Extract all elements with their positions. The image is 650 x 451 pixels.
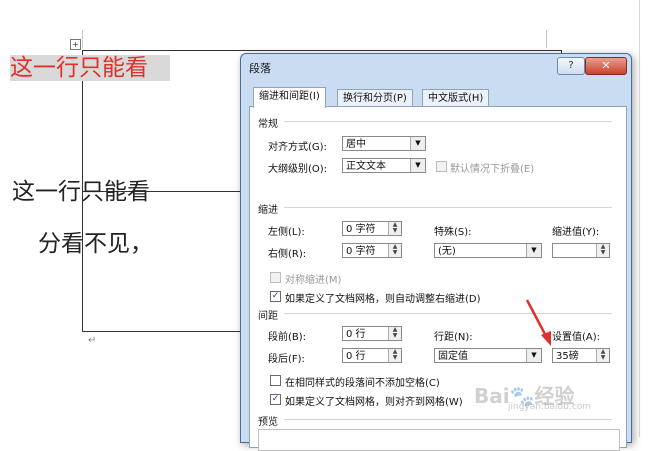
line-spacing-select[interactable]: 固定值 ▼ bbox=[434, 348, 542, 363]
no-space-same-style-checkbox[interactable] bbox=[270, 375, 281, 386]
indent-value-stepper[interactable]: ▲ ▼ bbox=[552, 243, 610, 258]
line-spacing-value: 固定值 bbox=[438, 351, 468, 362]
help-button[interactable]: ? bbox=[557, 57, 585, 75]
group-general-label: 常规 bbox=[258, 119, 278, 130]
indent-right-label: 右侧(R): bbox=[268, 249, 307, 260]
stepper-arrows-icon[interactable]: ▲ ▼ bbox=[388, 222, 401, 235]
table-cell-row2-line1[interactable]: 这一行只能看 bbox=[12, 172, 150, 206]
space-after-label: 段后(F): bbox=[268, 354, 305, 365]
tab-line-page-breaks[interactable]: 换行和分页(P) bbox=[337, 89, 413, 107]
group-indent-label: 缩进 bbox=[258, 205, 278, 216]
table-cell-row1-text[interactable]: 这一行只能看 bbox=[10, 55, 170, 81]
space-before-value: 0 行 bbox=[346, 329, 366, 340]
tab-asian-typography[interactable]: 中文版式(H) bbox=[422, 89, 490, 107]
page-edge bbox=[639, 0, 640, 437]
alignment-value: 居中 bbox=[346, 139, 366, 150]
indent-left-value: 0 字符 bbox=[346, 224, 376, 235]
alignment-select[interactable]: 居中 ▼ bbox=[342, 136, 426, 151]
stepper-arrows-icon[interactable]: ▲ ▼ bbox=[596, 244, 609, 257]
setting-value-stepper[interactable]: 35磅 ▲ ▼ bbox=[552, 348, 610, 363]
table-cell-row2-line2[interactable]: 分看不见， bbox=[38, 224, 153, 258]
group-indent: 缩进 bbox=[258, 201, 618, 216]
stepper-arrows-icon[interactable]: ▲ ▼ bbox=[388, 244, 401, 257]
group-preview: 预览 bbox=[258, 413, 618, 428]
indent-right-value: 0 字符 bbox=[346, 246, 376, 257]
tab-indent-spacing[interactable]: 缩进和间距(I) bbox=[253, 87, 326, 108]
line-spacing-label: 行距(N): bbox=[434, 332, 473, 343]
table-move-handle-icon[interactable]: + bbox=[70, 39, 81, 50]
space-after-stepper[interactable]: 0 行 ▲ ▼ bbox=[342, 348, 402, 363]
space-before-label: 段前(B): bbox=[268, 332, 307, 343]
mirror-indent-label: 对称缩进(M) bbox=[285, 275, 342, 286]
indent-left-label: 左侧(L): bbox=[268, 227, 305, 238]
special-indent-select[interactable]: (无) ▼ bbox=[434, 243, 542, 258]
auto-adjust-label: 如果定义了文档网格，则自动调整右缩进(D) bbox=[285, 294, 481, 305]
outline-level-value: 正文文本 bbox=[346, 161, 386, 172]
close-button[interactable]: ✕ bbox=[585, 57, 627, 75]
space-after-value: 0 行 bbox=[346, 351, 366, 362]
dialog-title: 段落 bbox=[249, 62, 271, 75]
setting-value-label: 设置值(A): bbox=[552, 332, 601, 343]
stepper-arrows-icon[interactable]: ▲ ▼ bbox=[388, 327, 401, 340]
outline-level-select[interactable]: 正文文本 ▼ bbox=[342, 158, 426, 173]
snap-to-grid-checkbox[interactable]: ✓ bbox=[270, 394, 281, 405]
auto-adjust-checkbox[interactable]: ✓ bbox=[270, 291, 281, 302]
alignment-label: 对齐方式(G): bbox=[268, 142, 327, 153]
collapse-checkbox[interactable] bbox=[436, 161, 447, 172]
chevron-down-icon: ▼ bbox=[526, 244, 541, 257]
stepper-arrows-icon[interactable]: ▲ ▼ bbox=[596, 349, 609, 362]
chevron-down-icon: ▼ bbox=[410, 137, 425, 150]
indent-value-label: 缩进值(Y): bbox=[552, 227, 600, 238]
preview-box bbox=[258, 429, 620, 451]
indent-right-stepper[interactable]: 0 字符 ▲ ▼ bbox=[342, 243, 402, 258]
chevron-down-icon: ▼ bbox=[410, 159, 425, 172]
group-spacing: 间距 bbox=[258, 307, 618, 322]
crop-mark bbox=[82, 30, 83, 48]
special-indent-label: 特殊(S): bbox=[434, 227, 472, 238]
setting-value: 35磅 bbox=[556, 351, 579, 362]
special-indent-value: (无) bbox=[438, 246, 456, 257]
mirror-indent-checkbox[interactable] bbox=[270, 272, 281, 283]
collapse-label: 默认情况下折叠(E) bbox=[450, 164, 535, 175]
outline-level-label: 大纲级别(O): bbox=[268, 164, 328, 175]
no-space-same-style-label: 在相同样式的段落间不添加空格(C) bbox=[285, 378, 440, 389]
group-preview-label: 预览 bbox=[258, 417, 278, 428]
watermark-url: jingyan.baidu.com bbox=[508, 402, 592, 412]
paragraph-mark-icon: ↵ bbox=[88, 335, 97, 346]
crop-mark bbox=[546, 30, 547, 48]
snap-to-grid-label: 如果定义了文档网格，则对齐到网格(W) bbox=[285, 397, 463, 408]
chevron-down-icon: ▼ bbox=[526, 349, 541, 362]
group-spacing-label: 间距 bbox=[258, 311, 278, 322]
stepper-arrows-icon[interactable]: ▲ ▼ bbox=[388, 349, 401, 362]
space-before-stepper[interactable]: 0 行 ▲ ▼ bbox=[342, 326, 402, 341]
group-general: 常规 bbox=[258, 115, 618, 130]
indent-left-stepper[interactable]: 0 字符 ▲ ▼ bbox=[342, 221, 402, 236]
